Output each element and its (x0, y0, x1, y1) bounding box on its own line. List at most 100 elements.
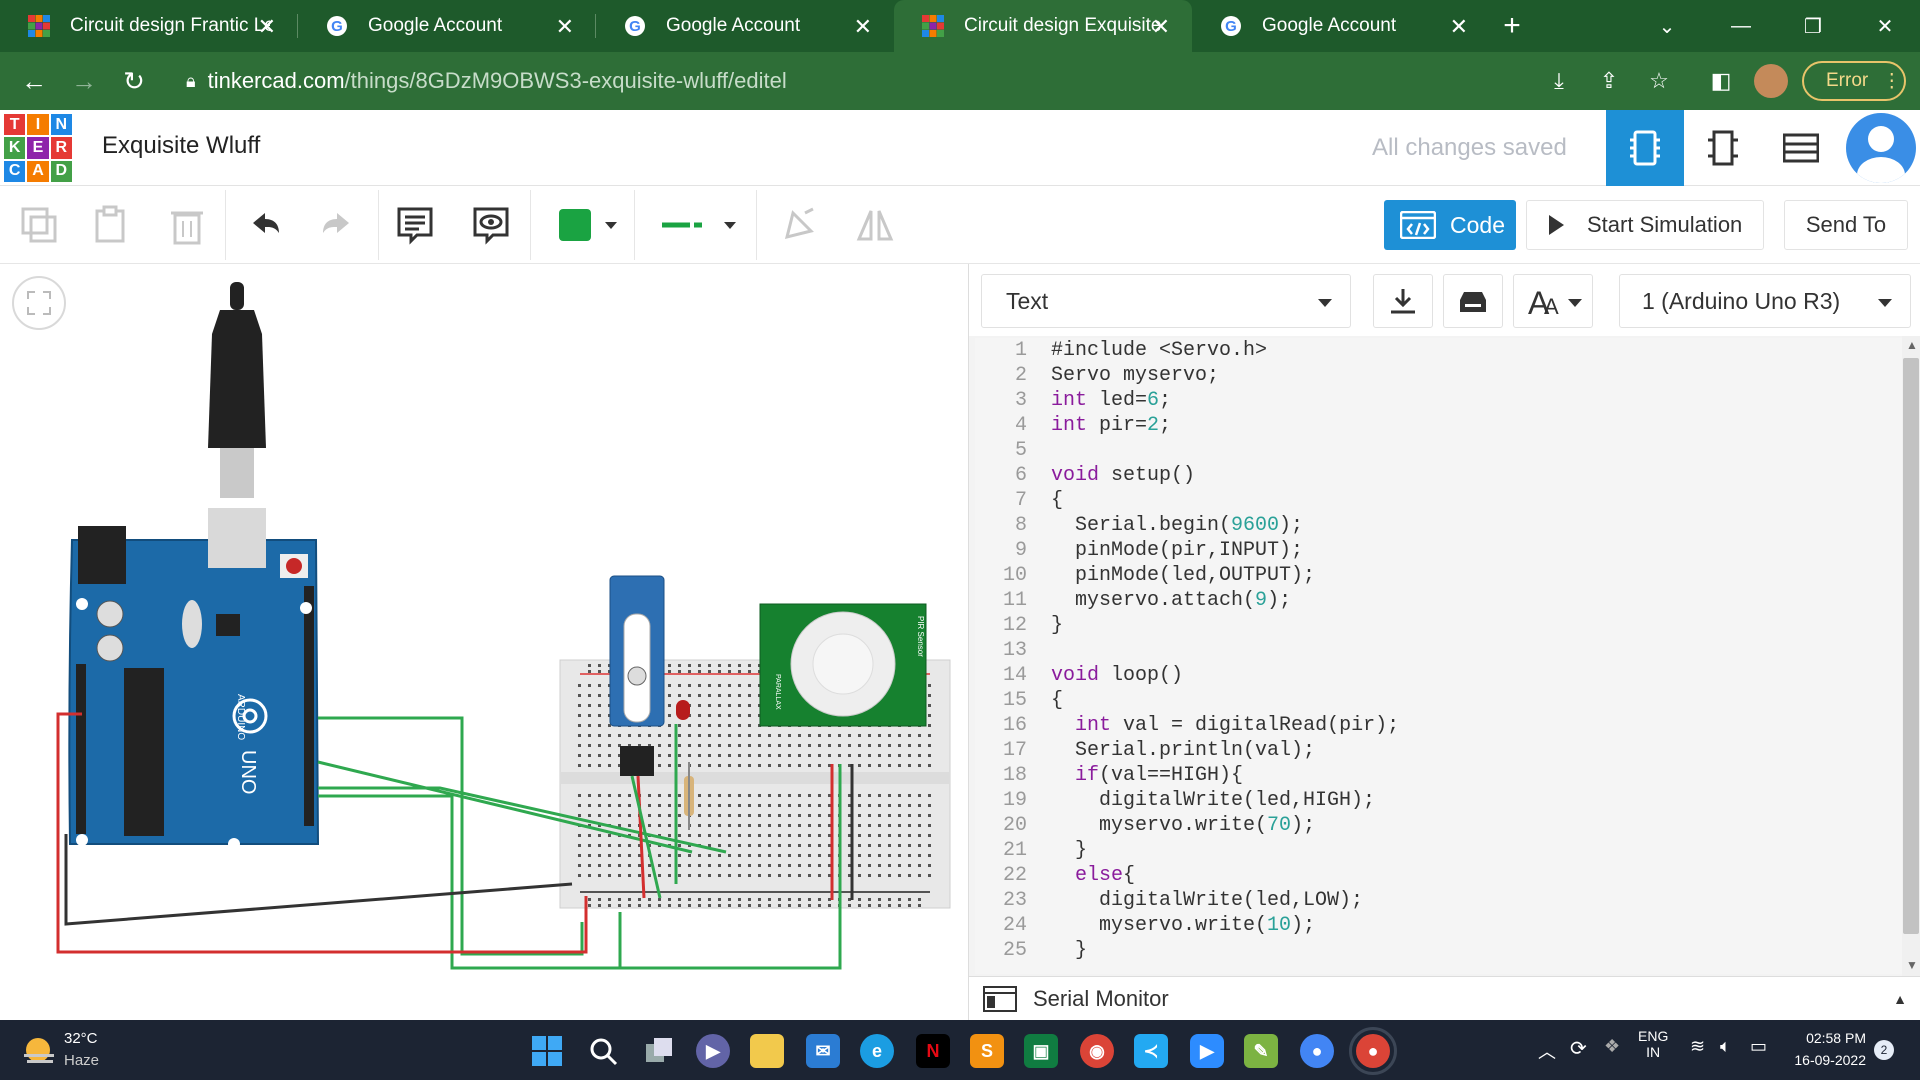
weather-desc[interactable]: Haze (64, 1052, 99, 1069)
close-window-icon[interactable]: ✕ (1850, 0, 1920, 52)
serial-monitor-bar[interactable]: Serial Monitor ▲ (969, 976, 1920, 1020)
code-line[interactable]: 11 myservo.attach(9); (975, 588, 1903, 613)
new-tab-button[interactable]: + (1490, 0, 1534, 52)
code-line[interactable]: 9 pinMode(pir,INPUT); (975, 538, 1903, 563)
visibility-icon[interactable] (466, 200, 516, 250)
notes-icon[interactable] (390, 200, 440, 250)
install-app-icon[interactable]: ⤓ (1542, 64, 1576, 98)
tinkercad-logo[interactable]: T I N K E R C A D (4, 114, 72, 182)
project-name[interactable]: Exquisite Wluff (102, 132, 260, 160)
code-mode-dropdown[interactable]: Text (981, 274, 1351, 328)
back-icon[interactable]: ← (14, 61, 54, 101)
chrome-profile-icon[interactable]: ◉ (1080, 1034, 1114, 1068)
code-line[interactable]: 6 void setup() (975, 463, 1903, 488)
netflix-icon[interactable]: N (916, 1034, 950, 1068)
volume-icon[interactable]: 🔈︎ (1720, 1036, 1731, 1057)
download-code-button[interactable] (1373, 274, 1433, 328)
browser-error-button[interactable]: Error ⋮ (1802, 61, 1906, 101)
code-line[interactable]: 3 int led=6; (975, 388, 1903, 413)
vscode-icon[interactable]: ≺ (1134, 1034, 1168, 1068)
circuit-diagram[interactable]: ARDUINO UNO PIR Sensor PARALLAX (0, 264, 968, 1020)
browser-tab-active[interactable]: Circuit design Exquisite ✕ (894, 0, 1192, 52)
libraries-button[interactable] (1443, 274, 1503, 328)
schematic-view-button[interactable] (1684, 110, 1762, 186)
code-line[interactable]: 20 myservo.write(70); (975, 813, 1903, 838)
device-dropdown[interactable]: 1 (Arduino Uno R3) (1619, 274, 1911, 328)
scroll-down-icon[interactable]: ▼ (1906, 958, 1918, 972)
code-editor[interactable]: 1 #include <Servo.h> 2 Servo myservo; 3 int l… (975, 338, 1903, 974)
sublime-text-icon[interactable]: S (970, 1034, 1004, 1068)
circuit-canvas[interactable]: ARDUINO UNO PIR Sensor PARALLAX (0, 264, 968, 1020)
show-hidden-icons[interactable]: ︿ (1538, 1038, 1556, 1064)
code-line[interactable]: 25 } (975, 938, 1903, 963)
file-explorer-icon[interactable] (750, 1034, 784, 1068)
code-line[interactable]: 8 Serial.begin(9600); (975, 513, 1903, 538)
wifi-icon[interactable]: ≋ (1690, 1036, 1705, 1057)
editor-scrollbar[interactable]: ▲ ▼ (1902, 336, 1920, 976)
weather-temp[interactable]: 32°C (64, 1030, 98, 1047)
code-line[interactable]: 4 int pir=2; (975, 413, 1903, 438)
scrollbar-thumb[interactable] (1903, 358, 1919, 934)
browser-tab[interactable]: G Google Account ✕ (596, 0, 894, 52)
code-line[interactable]: 16 int val = digitalRead(pir); (975, 713, 1903, 738)
code-line[interactable]: 22 else{ (975, 863, 1903, 888)
pir-sensor[interactable]: PIR Sensor PARALLAX (759, 603, 927, 727)
chrome-active-icon[interactable]: ● (1349, 1027, 1397, 1075)
arduino-uno-board[interactable]: ARDUINO UNO (68, 508, 320, 850)
image-editor-icon[interactable]: ✎ (1244, 1034, 1278, 1068)
bookmark-star-icon[interactable]: ☆ (1642, 64, 1676, 98)
red-led[interactable] (676, 700, 690, 720)
rotate-icon[interactable] (774, 200, 824, 250)
browser-tab[interactable]: Circuit design Frantic Le ✕ (0, 0, 298, 52)
send-to-button[interactable]: Send To (1784, 200, 1908, 250)
fill-color-dropdown[interactable] (546, 200, 630, 250)
code-line[interactable]: 15 { (975, 688, 1903, 713)
close-tab-icon[interactable]: ✕ (854, 14, 872, 40)
code-line[interactable]: 12} (975, 613, 1903, 638)
chrome-icon[interactable]: ● (1300, 1034, 1334, 1068)
url-bar[interactable]: 🔒︎ tinkercad.com/things/8GDzM9OBWS3-exqu… (170, 60, 1530, 102)
code-line[interactable]: 18 if(val==HIGH){ (975, 763, 1903, 788)
code-line[interactable]: 2 Servo myservo; (975, 363, 1903, 388)
code-line[interactable]: 21 } (975, 838, 1903, 863)
component-list-button[interactable] (1762, 110, 1840, 186)
sync-icon[interactable]: ⟳ (1570, 1036, 1587, 1061)
search-icon[interactable] (586, 1034, 620, 1068)
windows-start-icon[interactable] (530, 1034, 564, 1068)
code-line[interactable]: 5 (975, 438, 1903, 463)
code-line[interactable]: 14 void loop() (975, 663, 1903, 688)
profile-avatar[interactable] (1754, 64, 1788, 98)
code-line[interactable]: 7{ (975, 488, 1903, 513)
forward-icon[interactable]: → (64, 61, 104, 101)
mail-icon[interactable]: ✉ (806, 1034, 840, 1068)
code-line[interactable]: 13 (975, 638, 1903, 663)
close-tab-icon[interactable]: ✕ (1152, 14, 1170, 40)
code-line[interactable]: 1 #include <Servo.h> (975, 338, 1903, 363)
camtasia-icon[interactable]: ▣ (1024, 1034, 1058, 1068)
edge-browser-icon[interactable]: e (860, 1034, 894, 1068)
tab-search-icon[interactable]: ⌄ (1632, 0, 1702, 52)
restore-icon[interactable]: ❐ (1778, 0, 1848, 52)
minimize-icon[interactable]: — (1706, 0, 1776, 52)
code-line[interactable]: 10 pinMode(led,OUTPUT); (975, 563, 1903, 588)
paste-icon[interactable] (86, 200, 136, 250)
language-indicator[interactable]: ENG IN (1638, 1028, 1668, 1060)
code-line[interactable]: 17 Serial.println(val); (975, 738, 1903, 763)
battery-icon[interactable]: ▭ (1750, 1036, 1767, 1057)
scroll-up-icon[interactable]: ▲ (1906, 338, 1918, 352)
side-panel-icon[interactable]: ◧ (1704, 64, 1738, 98)
browser-tab[interactable]: G Google Account ✕ (298, 0, 596, 52)
flip-icon[interactable] (850, 200, 900, 250)
weather-haze-icon[interactable] (22, 1034, 56, 1068)
user-avatar[interactable] (1846, 113, 1916, 183)
close-tab-icon[interactable]: ✕ (556, 14, 574, 40)
font-size-dropdown[interactable]: AA (1513, 274, 1593, 328)
code-button[interactable]: Code (1384, 200, 1516, 250)
code-line[interactable]: 23 digitalWrite(led,LOW); (975, 888, 1903, 913)
share-icon[interactable]: ⇪ (1592, 64, 1626, 98)
circuit-view-button[interactable] (1606, 110, 1684, 186)
code-line[interactable]: 19 digitalWrite(led,HIGH); (975, 788, 1903, 813)
clock[interactable]: 02:58 PM (1800, 1030, 1866, 1046)
notification-badge[interactable]: 2 (1874, 1040, 1894, 1060)
wire-color-dropdown[interactable] (650, 200, 746, 250)
